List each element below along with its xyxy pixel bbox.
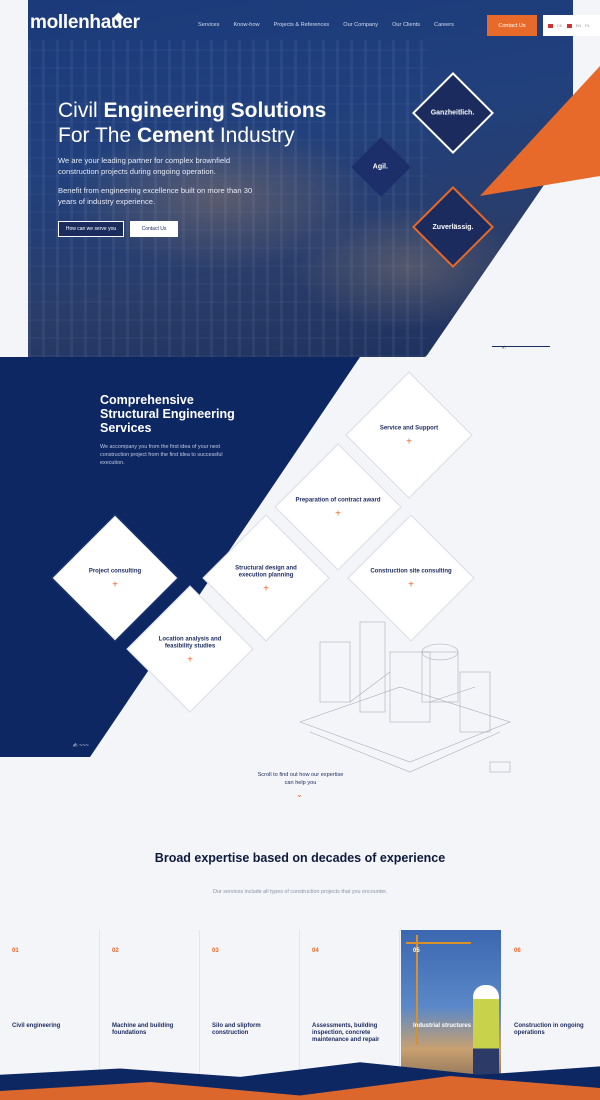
service-label: Location analysis and feasibility studie… (158, 635, 222, 649)
service-label: Project consulting (88, 568, 142, 575)
card-number: 05 (413, 948, 420, 954)
card-number: 02 (112, 948, 119, 954)
service-label: Preparation of contract award (295, 497, 381, 504)
contact-button[interactable]: Contact Us (487, 15, 537, 36)
card-number: 06 (514, 948, 521, 954)
chevron-down-icon[interactable]: ⌄ (296, 790, 303, 799)
card-title: Civil engineering (12, 1023, 61, 1029)
signature-graphic: ✍ ~~~ (73, 743, 89, 749)
flag-icon (566, 23, 572, 28)
card-title: Assessments, building inspection, concre… (312, 1023, 380, 1043)
lang-pl[interactable]: PL (585, 23, 590, 28)
plus-icon: + (112, 579, 118, 591)
hero-experience-text: Benefit from engineering excellence buil… (58, 186, 253, 206)
service-card-feasibility[interactable]: Location analysis and feasibility studie… (126, 585, 254, 713)
services-title: Comprehensive Structural Engineering Ser… (100, 393, 235, 435)
nav-item-careers[interactable]: Careers (434, 22, 454, 28)
lang-en[interactable]: EN (576, 23, 582, 28)
main-nav: Services Know-how Projects & References … (198, 22, 468, 28)
crane-arm-image (406, 942, 471, 944)
plus-icon: + (187, 653, 193, 665)
expertise-subtitle: Our services include all types of constr… (212, 889, 388, 895)
card-number: 03 (212, 948, 219, 954)
card-title: Silo and slipform construction (212, 1023, 261, 1036)
plus-icon: + (406, 436, 412, 448)
signature-graphic: ✍ (502, 345, 507, 351)
nav-item-clients[interactable]: Our Clients (392, 22, 420, 28)
hero-title: Civil Engineering Solutions For The Ceme… (58, 99, 327, 147)
services-description: We accompany you from the first idea of … (100, 444, 223, 466)
plus-icon: + (335, 508, 341, 520)
scroll-hint: Scroll to find out how our expertise can… (257, 772, 344, 786)
service-label: Service and Support (379, 425, 439, 432)
hero-contact-button[interactable]: Contact Us (130, 221, 178, 237)
plant-line-drawing (299, 621, 511, 773)
signature-line (492, 346, 550, 347)
service-label: Construction site consulting (370, 568, 452, 575)
card-title: Machine and building foundations (112, 1023, 174, 1036)
nav-item-services[interactable]: Services (198, 22, 219, 28)
logo[interactable]: mollenhauer (30, 12, 140, 34)
card-number: 01 (12, 948, 19, 954)
nav-item-projects[interactable]: Projects & References (274, 22, 330, 28)
lang-de[interactable]: DE (557, 23, 563, 28)
service-label: Structural design and execution planning (235, 564, 297, 578)
card-number: 04 (312, 948, 319, 954)
plus-icon: + (263, 582, 269, 594)
hero-intro-text: We are your leading partner for complex … (58, 156, 231, 176)
flag-icon (548, 23, 553, 28)
plus-icon: + (408, 579, 414, 591)
nav-item-know-how[interactable]: Know-how (233, 22, 259, 28)
language-switcher[interactable]: DE EN PL (543, 15, 600, 36)
card-title: Industrial structures (413, 1023, 472, 1029)
card-title: Construction in ongoing operations (514, 1023, 584, 1036)
how-can-we-serve-button[interactable]: How can we serve you (58, 221, 124, 237)
nav-item-company[interactable]: Our Company (343, 22, 378, 28)
site-header: mollenhauer Services Know-how Projects &… (0, 0, 600, 52)
expertise-title: Broad expertise based on decades of expe… (154, 851, 446, 865)
